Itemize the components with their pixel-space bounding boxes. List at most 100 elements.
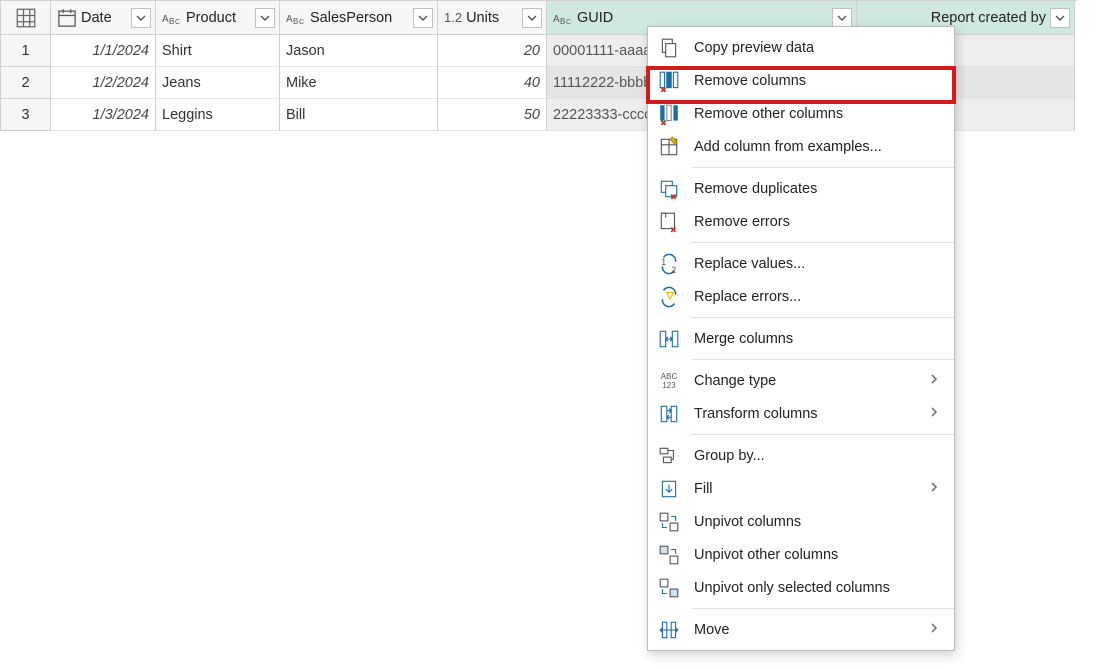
- header-units[interactable]: 1.2 Units: [438, 1, 546, 35]
- menu-label: Merge columns: [694, 331, 940, 347]
- row-index[interactable]: 1: [1, 35, 50, 67]
- menu-move[interactable]: Move: [648, 613, 954, 646]
- filter-button-product[interactable]: [255, 8, 275, 28]
- menu-separator: [692, 317, 954, 318]
- menu-label: Add column from examples...: [694, 139, 940, 155]
- cell-salesperson[interactable]: Bill: [280, 99, 437, 131]
- menu-remove-duplicates[interactable]: Remove duplicates: [648, 172, 954, 205]
- row-index[interactable]: 3: [1, 99, 50, 131]
- column-index: 1 2 3: [1, 1, 51, 131]
- svg-text:A: A: [286, 14, 293, 25]
- unpivot-other-icon: [658, 544, 680, 566]
- menu-label: Remove other columns: [694, 106, 940, 122]
- menu-merge-columns[interactable]: Merge columns: [648, 322, 954, 355]
- menu-copy-preview-data[interactable]: Copy preview data: [648, 31, 954, 64]
- menu-remove-errors[interactable]: Remove errors: [648, 205, 954, 238]
- menu-label: Remove errors: [694, 214, 940, 230]
- menu-label: Unpivot columns: [694, 514, 940, 530]
- remove-other-columns-icon: [658, 103, 680, 125]
- copy-icon: [658, 37, 680, 59]
- svg-text:B: B: [293, 17, 298, 26]
- menu-unpivot-other-columns[interactable]: Unpivot other columns: [648, 538, 954, 571]
- chevron-right-icon: [928, 481, 940, 497]
- merge-columns-icon: [658, 328, 680, 350]
- header-index[interactable]: [1, 1, 50, 35]
- table-icon: [16, 9, 36, 27]
- header-salesperson[interactable]: ABC SalesPerson: [280, 1, 437, 35]
- remove-columns-icon: [658, 70, 680, 92]
- menu-unpivot-columns[interactable]: Unpivot columns: [648, 505, 954, 538]
- menu-label: Remove columns: [694, 73, 940, 89]
- cell-date[interactable]: 1/2/2024: [51, 67, 155, 99]
- svg-text:A: A: [162, 14, 169, 25]
- menu-label: Unpivot only selected columns: [694, 580, 940, 596]
- filter-button-salesperson[interactable]: [413, 8, 433, 28]
- menu-label: Group by...: [694, 448, 940, 464]
- unpivot-icon: [658, 511, 680, 533]
- header-date-label: Date: [81, 10, 127, 26]
- svg-text:C: C: [566, 19, 571, 26]
- change-type-icon: ABC123: [658, 370, 680, 392]
- menu-label: Unpivot other columns: [694, 547, 940, 563]
- cell-date[interactable]: 1/3/2024: [51, 99, 155, 131]
- menu-group-by[interactable]: Group by...: [648, 439, 954, 472]
- header-report-label: Report created by: [863, 10, 1046, 26]
- svg-text:B: B: [560, 17, 565, 26]
- column-units: 1.2 Units 20 40 50: [438, 1, 547, 131]
- svg-text:C: C: [299, 19, 304, 26]
- column-context-menu: Copy preview data Remove columns Remove …: [647, 26, 955, 651]
- filter-button-units[interactable]: [522, 8, 542, 28]
- menu-label: Transform columns: [694, 406, 914, 422]
- menu-change-type[interactable]: ABC123 Change type: [648, 364, 954, 397]
- header-product-label: Product: [186, 10, 251, 26]
- menu-remove-columns[interactable]: Remove columns: [648, 64, 954, 97]
- header-date[interactable]: Date: [51, 1, 155, 35]
- cell-salesperson[interactable]: Mike: [280, 67, 437, 99]
- filter-button-guid[interactable]: [832, 8, 852, 28]
- menu-fill[interactable]: Fill: [648, 472, 954, 505]
- menu-label: Replace values...: [694, 256, 940, 272]
- add-column-examples-icon: [658, 136, 680, 158]
- cell-units[interactable]: 40: [438, 67, 546, 99]
- cell-date[interactable]: 1/1/2024: [51, 35, 155, 67]
- menu-add-column-from-examples[interactable]: Add column from examples...: [648, 130, 954, 163]
- move-icon: [658, 619, 680, 641]
- chevron-right-icon: [928, 622, 940, 638]
- header-salesperson-label: SalesPerson: [310, 10, 409, 26]
- group-by-icon: [658, 445, 680, 467]
- text-type-icon: ABC: [553, 9, 573, 27]
- cell-product[interactable]: Leggins: [156, 99, 279, 131]
- header-guid-label: GUID: [577, 10, 828, 26]
- chevron-right-icon: [928, 406, 940, 422]
- menu-separator: [692, 608, 954, 609]
- text-type-icon: ABC: [162, 9, 182, 27]
- row-index[interactable]: 2: [1, 67, 50, 99]
- menu-separator: [692, 434, 954, 435]
- decimal-type-icon: 1.2: [444, 9, 462, 27]
- svg-text:A: A: [553, 14, 560, 25]
- header-product[interactable]: ABC Product: [156, 1, 279, 35]
- cell-units[interactable]: 50: [438, 99, 546, 131]
- menu-label: Fill: [694, 481, 914, 497]
- replace-values-icon: 12: [658, 253, 680, 275]
- menu-replace-errors[interactable]: Replace errors...: [648, 280, 954, 313]
- menu-label: Replace errors...: [694, 289, 940, 305]
- menu-remove-other-columns[interactable]: Remove other columns: [648, 97, 954, 130]
- menu-label: Copy preview data: [694, 40, 940, 56]
- column-date: Date 1/1/2024 1/2/2024 1/3/2024: [51, 1, 156, 131]
- menu-separator: [692, 167, 954, 168]
- filter-button-report[interactable]: [1050, 8, 1070, 28]
- menu-label: Remove duplicates: [694, 181, 940, 197]
- cell-units[interactable]: 20: [438, 35, 546, 67]
- cell-salesperson[interactable]: Jason: [280, 35, 437, 67]
- remove-errors-icon: [658, 211, 680, 233]
- remove-duplicates-icon: [658, 178, 680, 200]
- menu-replace-values[interactable]: 12 Replace values...: [648, 247, 954, 280]
- menu-label: Change type: [694, 373, 914, 389]
- cell-product[interactable]: Jeans: [156, 67, 279, 99]
- menu-transform-columns[interactable]: Transform columns: [648, 397, 954, 430]
- filter-button-date[interactable]: [131, 8, 151, 28]
- cell-product[interactable]: Shirt: [156, 35, 279, 67]
- unpivot-selected-icon: [658, 577, 680, 599]
- menu-unpivot-only-selected-columns[interactable]: Unpivot only selected columns: [648, 571, 954, 604]
